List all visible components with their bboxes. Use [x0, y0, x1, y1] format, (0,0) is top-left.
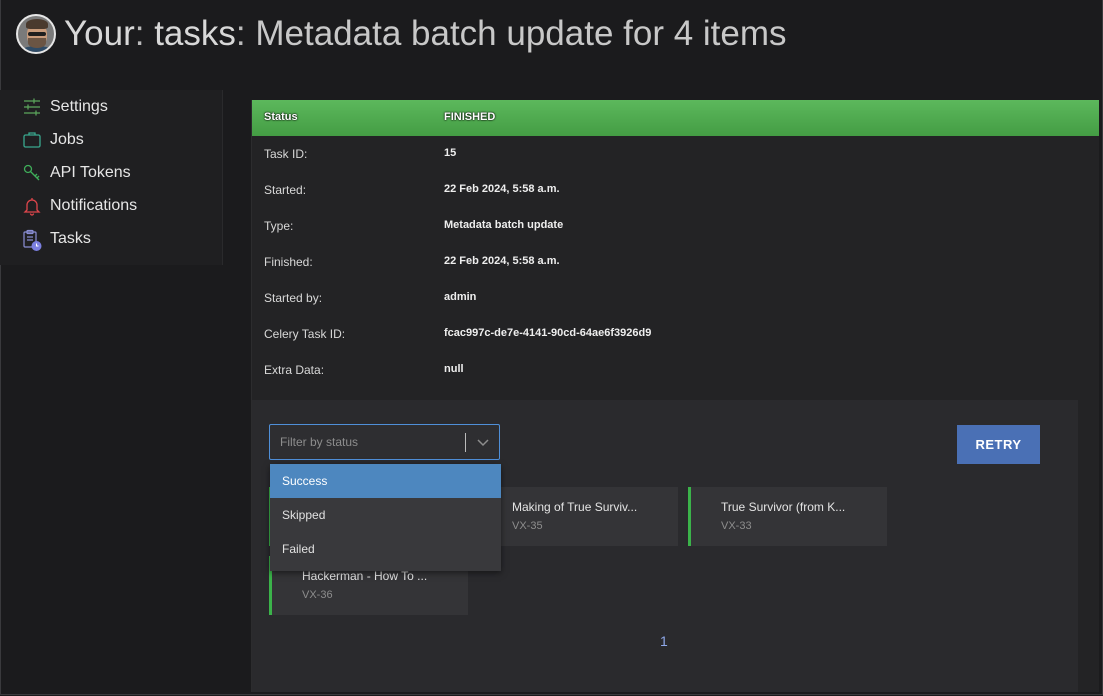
- info-row-started: Started: 22 Feb 2024, 5:58 a.m.: [252, 172, 1099, 208]
- sidebar-item-label: Notifications: [50, 196, 138, 214]
- info-label: Started by:: [264, 291, 323, 305]
- task-item-id: VX-35: [512, 520, 543, 532]
- status-value: FINISHED: [444, 111, 496, 123]
- sidebar-item-settings[interactable]: Settings: [0, 90, 222, 123]
- info-row-finished: Finished: 22 Feb 2024, 5:58 a.m.: [252, 244, 1099, 280]
- sidebar-item-label: Jobs: [50, 130, 84, 148]
- status-filter-select[interactable]: [269, 424, 500, 460]
- info-value: 15: [444, 147, 457, 159]
- sliders-icon: [22, 97, 42, 117]
- info-label: Type:: [264, 219, 294, 233]
- task-item-name: Hackerman - How To ...: [302, 569, 428, 583]
- task-item-card[interactable]: True Survivor (from K... VX-33: [688, 487, 887, 546]
- task-item-name: True Survivor (from K...: [721, 500, 846, 514]
- title-colon: :: [134, 14, 145, 53]
- info-row-extra-data: Extra Data: null: [252, 352, 1099, 388]
- info-row-task-id: Task ID: 15: [252, 136, 1099, 172]
- key-icon: [22, 163, 42, 183]
- title-tasks: tasks: [154, 14, 236, 53]
- info-label: Celery Task ID:: [264, 327, 346, 341]
- select-separator: [465, 433, 466, 452]
- info-row-started-by: Started by: admin: [252, 280, 1099, 316]
- sidebar-item-label: Tasks: [50, 229, 91, 247]
- clipboard-clock-icon: [22, 229, 42, 251]
- info-label: Started:: [264, 183, 307, 197]
- task-item-name: Making of True Surviv...: [512, 500, 638, 514]
- pagination-page-1[interactable]: 1: [660, 633, 668, 649]
- task-item-card[interactable]: Making of True Surviv... VX-35: [479, 487, 678, 546]
- sidebar-item-tasks[interactable]: Tasks: [0, 222, 222, 255]
- filter-option-failed[interactable]: Failed: [270, 532, 501, 566]
- sidebar-item-jobs[interactable]: Jobs: [0, 123, 222, 156]
- sidebar-item-api-tokens[interactable]: API Tokens: [0, 156, 222, 189]
- task-item-id: VX-36: [302, 589, 333, 601]
- info-value: 22 Feb 2024, 5:58 a.m.: [444, 183, 560, 195]
- page-title: Your: tasks: Metadata batch update for 4…: [64, 10, 787, 58]
- sidebar-item-label: Settings: [50, 97, 108, 115]
- task-item-id: VX-33: [721, 520, 752, 532]
- status-row: Status FINISHED: [252, 100, 1099, 136]
- status-filter-menu: Success Skipped Failed: [270, 464, 501, 571]
- sidebar-item-label: API Tokens: [50, 163, 131, 181]
- sidebar: Settings Jobs API Tokens Notifications T…: [0, 90, 223, 265]
- sidebar-item-notifications[interactable]: Notifications: [0, 189, 222, 222]
- title-your: Your: [64, 14, 135, 53]
- status-filter-input[interactable]: [270, 425, 460, 459]
- info-row-type: Type: Metadata batch update: [252, 208, 1099, 244]
- info-value: fcac997c-de7e-4141-90cd-64ae6f3926d9: [444, 327, 652, 339]
- info-value: null: [444, 363, 464, 375]
- status-label: Status: [264, 111, 298, 123]
- info-value: admin: [444, 291, 477, 303]
- info-label: Extra Data:: [264, 363, 325, 377]
- filter-option-skipped[interactable]: Skipped: [270, 498, 501, 532]
- chevron-down-icon[interactable]: [475, 434, 491, 450]
- avatar[interactable]: [16, 14, 56, 54]
- info-label: Finished:: [264, 255, 313, 269]
- info-label: Task ID:: [264, 147, 308, 161]
- info-row-celery-task-id: Celery Task ID: fcac997c-de7e-4141-90cd-…: [252, 316, 1099, 352]
- bell-icon: [22, 196, 42, 216]
- briefcase-icon: [22, 130, 42, 150]
- title-task-name: Metadata batch update for 4 items: [255, 14, 787, 53]
- filter-option-success[interactable]: Success: [270, 464, 501, 498]
- retry-button[interactable]: RETRY: [957, 425, 1040, 464]
- info-value: 22 Feb 2024, 5:58 a.m.: [444, 255, 560, 267]
- task-detail-panel: Status FINISHED Task ID: 15 Started: 22 …: [251, 100, 1099, 692]
- title-colon: :: [235, 14, 246, 53]
- page-header: Your: tasks: Metadata batch update for 4…: [16, 10, 787, 58]
- info-value: Metadata batch update: [444, 219, 564, 231]
